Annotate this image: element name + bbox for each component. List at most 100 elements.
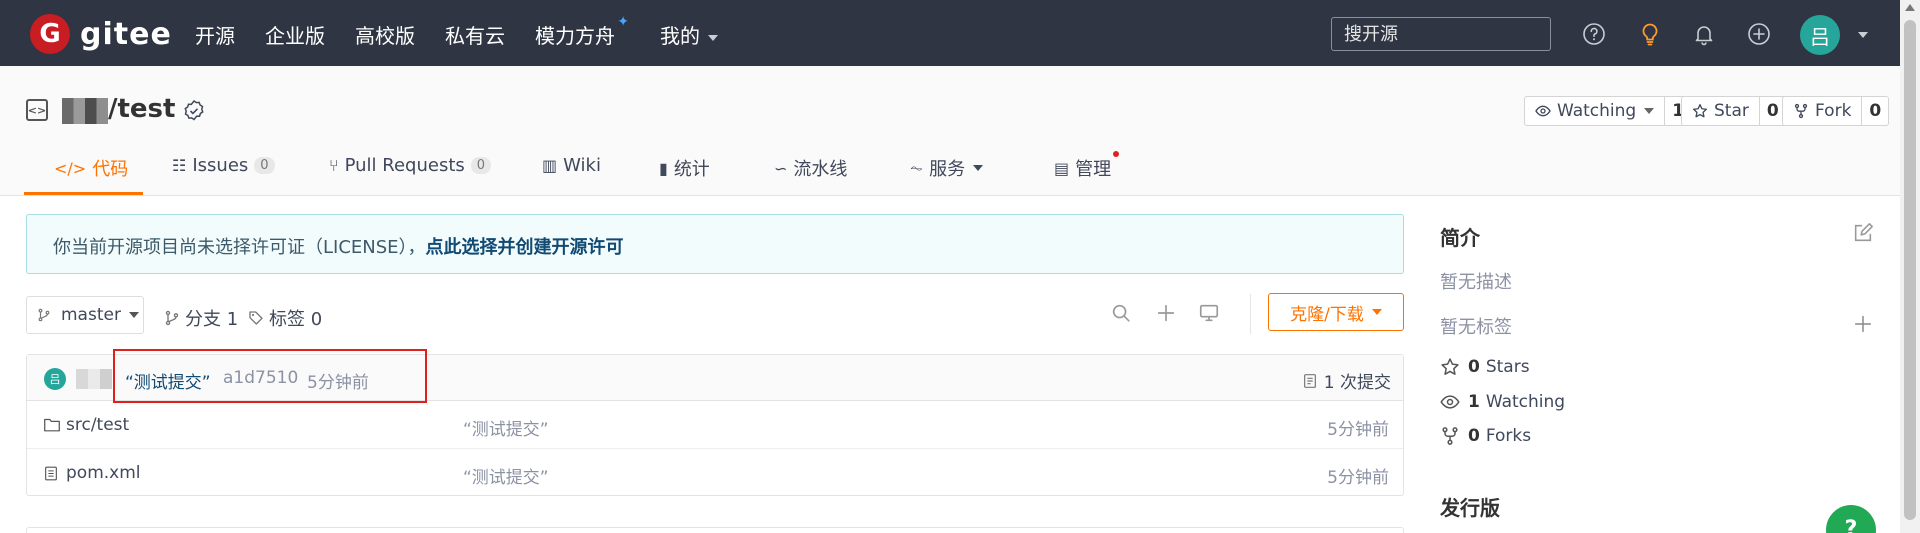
license-notice-text: 你当前开源项目尚未选择许可证（LICENSE）， — [53, 237, 426, 258]
branch-selector[interactable]: master — [26, 296, 144, 334]
tab-pull-requests[interactable]: ⑂ Pull Requests 0 — [329, 155, 492, 176]
active-tab-indicator — [24, 192, 143, 195]
commit-author-redacted[interactable] — [76, 369, 112, 389]
commit-count-link[interactable]: 1 次提交 — [1302, 368, 1391, 393]
pull-request-icon: ⑂ — [329, 156, 339, 175]
star-button-group[interactable]: Star 0 — [1681, 96, 1787, 126]
no-description-text: 暂无描述 — [1440, 272, 1512, 293]
gitee-logo[interactable]: G gitee — [30, 14, 172, 54]
search-icon[interactable] — [1110, 302, 1132, 324]
folder-icon — [44, 418, 60, 432]
repo-badge-icon[interactable] — [182, 99, 206, 123]
stars-label: Stars — [1485, 357, 1530, 377]
fork-label: Fork — [1815, 101, 1852, 121]
file-commit-time: 5分钟前 — [1327, 420, 1389, 440]
nav-item-private-cloud[interactable]: 私有云 — [445, 20, 505, 49]
nav-item-moli[interactable]: 模力方舟 ✦ — [535, 14, 629, 49]
file-name: pom.xml — [66, 463, 141, 483]
star-label: Star — [1714, 101, 1749, 121]
fork-count[interactable]: 0 — [1862, 97, 1888, 125]
eye-icon — [1440, 395, 1460, 409]
stars-stat[interactable]: 0 Stars — [1440, 357, 1530, 377]
commit-author-avatar[interactable]: 吕 — [44, 368, 66, 390]
intro-title: 简介 — [1440, 226, 1480, 250]
tab-services-label: 服务 — [929, 159, 966, 180]
license-banner: 你当前开源项目尚未选择许可证（LICENSE），点此选择并创建开源许可 — [26, 214, 1404, 274]
bell-icon[interactable] — [1692, 22, 1716, 46]
toolbar-divider — [1250, 294, 1251, 334]
file-name-link[interactable]: pom.xml — [43, 463, 141, 483]
tag-icon — [249, 311, 263, 325]
file-name-link[interactable]: src/test — [43, 415, 129, 435]
fork-button[interactable]: Fork — [1783, 97, 1863, 125]
nav-item-enterprise[interactable]: 企业版 — [265, 20, 325, 49]
chevron-down-icon — [708, 34, 718, 41]
clone-download-label: 克隆/下载 — [1290, 304, 1364, 325]
nav-item-mine-label: 我的 — [660, 24, 700, 48]
user-avatar[interactable]: 吕 — [1800, 15, 1840, 55]
forks-label: Forks — [1485, 426, 1532, 446]
edit-icon[interactable] — [1852, 222, 1874, 244]
branches-link[interactable]: 分支 1 — [164, 305, 238, 331]
wiki-icon: ▥ — [542, 156, 558, 175]
watch-button-group[interactable]: Watching 1 — [1524, 96, 1693, 126]
tab-manage-text: 管理 — [1075, 159, 1112, 180]
chevron-down-icon — [128, 312, 139, 318]
tab-stats-label: 统计 — [673, 159, 710, 180]
clone-download-button[interactable]: 克隆/下载 — [1268, 293, 1404, 331]
add-tag-icon[interactable] — [1852, 313, 1874, 335]
branch-name: master — [61, 305, 121, 325]
repo-owner-redacted[interactable] — [62, 98, 108, 124]
help-floating-button[interactable]: ? — [1826, 505, 1876, 533]
tab-issues[interactable]: ☷ Issues 0 — [172, 155, 275, 176]
file-row[interactable]: src/test “测试提交” 5分钟前 — [27, 401, 1403, 449]
tab-code[interactable]: </> 代码 — [54, 155, 128, 181]
repo-name[interactable]: /test — [108, 94, 175, 124]
tab-wiki[interactable]: ▥ Wiki — [542, 155, 601, 176]
commit-count-label: 1 次提交 — [1323, 373, 1391, 393]
nav-item-education[interactable]: 高校版 — [355, 20, 415, 49]
file-commit-message[interactable]: “测试提交” — [463, 463, 549, 488]
create-license-link[interactable]: 点此选择并创建开源许可 — [426, 237, 624, 258]
web-ide-icon[interactable] — [1198, 302, 1220, 324]
fork-icon — [1442, 427, 1458, 445]
lightbulb-icon[interactable] — [1638, 22, 1662, 46]
help-circle-icon[interactable] — [1582, 22, 1606, 46]
pull-requests-count-badge: 0 — [470, 157, 492, 174]
avatar-chevron-down-icon[interactable] — [1858, 32, 1868, 38]
forks-stat[interactable]: 0 Forks — [1440, 426, 1531, 446]
tab-pull-requests-label: Pull Requests — [344, 155, 465, 176]
file-commit-time: 5分钟前 — [1327, 468, 1389, 488]
pipeline-icon: ∽ — [774, 158, 788, 178]
tab-pipeline[interactable]: ∽ 流水线 — [774, 155, 847, 181]
tab-services[interactable]: ⏦ 服务 — [910, 155, 984, 181]
search-input[interactable] — [1331, 17, 1551, 51]
watching-label: Watching — [1485, 392, 1566, 412]
tab-stats[interactable]: ▮ 统计 — [659, 155, 710, 181]
top-navbar: G gitee 开源 企业版 高校版 私有云 模力方舟 ✦ 我的 吕 — [0, 0, 1900, 66]
nav-item-mine[interactable]: 我的 — [660, 20, 718, 49]
nav-item-moli-label: 模力方舟 — [535, 24, 615, 48]
nav-item-open-source[interactable]: 开源 — [195, 20, 235, 49]
file-commit-message[interactable]: “测试提交” — [463, 415, 549, 440]
star-button[interactable]: Star — [1682, 97, 1760, 125]
repo-header: <> /test Watching 1 Star 0 Fork 0 </> 代码 … — [0, 66, 1900, 196]
file-row[interactable]: pom.xml “测试提交” 5分钟前 — [27, 449, 1403, 497]
scrollbar-thumb[interactable] — [1904, 20, 1916, 520]
star-icon — [1693, 104, 1707, 118]
chart-icon: ▮ — [659, 158, 668, 178]
manage-icon: ▤ — [1054, 158, 1070, 178]
add-file-icon[interactable] — [1155, 302, 1177, 324]
scroll-up-arrow-icon[interactable] — [1905, 4, 1915, 11]
watching-stat[interactable]: 1 Watching — [1440, 392, 1565, 412]
plus-circle-icon[interactable] — [1747, 22, 1771, 46]
tab-manage[interactable]: ▤ 管理 — [1054, 151, 1120, 181]
fork-button-group[interactable]: Fork 0 — [1782, 96, 1890, 126]
chevron-down-icon — [1371, 309, 1382, 315]
tags-link[interactable]: 标签 0 — [248, 305, 322, 331]
no-tags-text: 暂无标签 — [1440, 317, 1512, 338]
gitee-logo-text: gitee — [80, 16, 172, 52]
chevron-down-icon — [1644, 108, 1655, 114]
watching-button[interactable]: Watching — [1525, 97, 1666, 125]
document-icon — [1303, 373, 1316, 388]
